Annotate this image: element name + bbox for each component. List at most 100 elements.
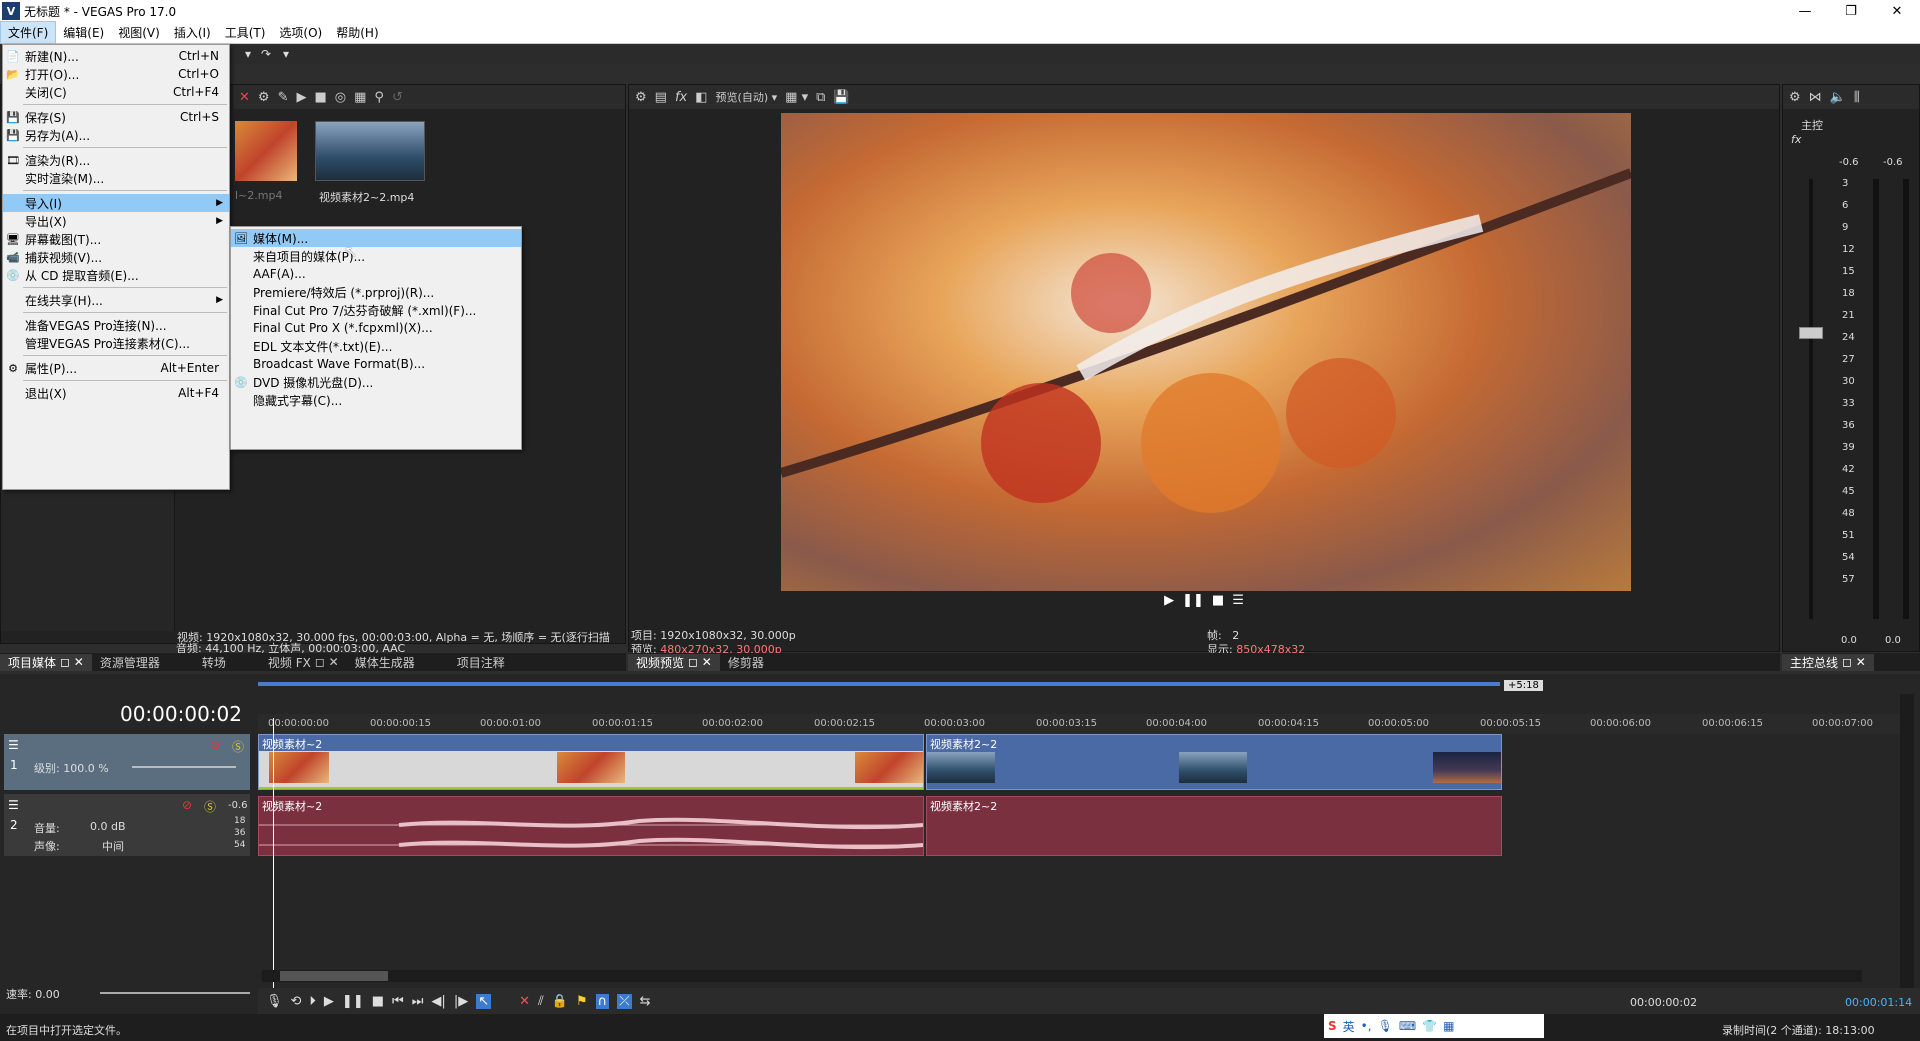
tab-trimmer[interactable]: 修剪器 <box>720 654 772 671</box>
media-thumbnail-2[interactable] <box>315 121 425 181</box>
copy-snapshot-icon[interactable]: ⧉ <box>816 90 825 105</box>
scroll-thumb[interactable] <box>280 971 388 981</box>
master-downmix-icon[interactable]: ⋈ <box>1809 90 1822 105</box>
master-fader-handle[interactable] <box>1799 327 1823 339</box>
mute-icon[interactable]: ⊘ <box>182 798 192 812</box>
menu-item-screenshot[interactable]: 🖥 屏幕截图(T)... <box>3 230 229 248</box>
close-button[interactable]: ✕ <box>1874 0 1920 22</box>
ripple-edit-icon[interactable]: ⇆ <box>640 994 651 1009</box>
play-from-start-icon[interactable]: ⏵ <box>309 994 316 1009</box>
search-icon[interactable]: ⚲ <box>374 90 384 105</box>
tab-explorer[interactable]: 资源管理器 <box>92 654 168 671</box>
video-track-header[interactable]: ☰ 1 ⊘ Ⓢ 级别: 100.0 % <box>4 734 250 790</box>
solo-icon[interactable]: Ⓢ <box>204 798 216 815</box>
submenu-item-media[interactable]: 🖼 媒体(M)... <box>231 229 521 247</box>
preview-play-icon[interactable]: ▶ <box>1164 593 1174 613</box>
timeline-timecode[interactable]: 00:00:00:02 <box>6 692 248 732</box>
menu-item-prepare-connect[interactable]: 准备VEGAS Pro连接(N)... <box>3 316 229 334</box>
menu-item-exit[interactable]: 退出(X) Alt+F4 <box>3 384 229 402</box>
remove-icon[interactable]: ✕ <box>239 90 250 105</box>
menu-item-close[interactable]: 关闭(C) Ctrl+F4 <box>3 83 229 101</box>
menu-item-save[interactable]: 💾 保存(S) Ctrl+S <box>3 108 229 126</box>
menu-item-new[interactable]: 📄 新建(N)... Ctrl+N <box>3 47 229 65</box>
tab-video-preview[interactable]: 视频预览 ◻ ✕ <box>628 653 720 671</box>
tab-master-bus[interactable]: 主控总线 ◻ ✕ <box>1782 653 1874 671</box>
minimize-button[interactable]: — <box>1782 0 1828 22</box>
preview-stop-icon[interactable]: ■ <box>1212 593 1224 613</box>
delete-icon[interactable]: ✕ <box>519 994 530 1009</box>
timeline-vertical-scrollbar[interactable] <box>1900 694 1914 994</box>
ime-punct-icon[interactable]: •, <box>1361 1019 1372 1033</box>
record-icon[interactable]: 🎙 <box>266 994 283 1009</box>
tab-video-fx[interactable]: 视频 FX ◻ ✕ <box>260 654 347 671</box>
solo-icon[interactable]: Ⓢ <box>232 738 244 755</box>
mute-icon[interactable]: ⊘ <box>210 738 220 752</box>
menu-item-open[interactable]: 📂 打开(O)... Ctrl+O <box>3 65 229 83</box>
play-icon[interactable]: ▶ <box>296 90 306 105</box>
menu-tools[interactable]: 工具(T) <box>218 22 273 43</box>
preview-settings-icon[interactable]: ⚙ <box>635 90 647 105</box>
overlays-icon[interactable]: ▦ ▾ <box>785 90 808 105</box>
redo-icon[interactable]: ↷ <box>258 46 274 62</box>
rate-slider[interactable] <box>100 992 250 994</box>
submenu-item-dvd[interactable]: 💿 DVD 摄像机光盘(D)... <box>231 373 521 391</box>
ime-toolbar[interactable]: S 英 •, 🎙 ⌨ 👕 ▦ <box>1324 1014 1544 1038</box>
preview-menu-icon[interactable]: ☰ <box>1232 593 1244 613</box>
ime-skin-icon[interactable]: 👕 <box>1422 1019 1437 1033</box>
preview-quality-dropdown[interactable]: 预览(自动) ▾ <box>716 89 778 105</box>
properties-gear-icon[interactable]: ⚙ <box>258 90 270 105</box>
views-icon[interactable]: ▦ <box>354 90 366 105</box>
video-clip-1[interactable]: 视频素材~2 <box>258 734 924 790</box>
pause-icon[interactable]: ❚❚ <box>342 994 364 1009</box>
menu-item-manage-connect[interactable]: 管理VEGAS Pro连接素材(C)... <box>3 334 229 352</box>
timeline-horizontal-scrollbar[interactable] <box>262 970 1862 982</box>
previous-frame-icon[interactable]: ◀| <box>431 994 445 1009</box>
next-frame-icon[interactable]: |▶ <box>454 994 468 1009</box>
loop-region-bar[interactable] <box>258 682 1500 686</box>
tab-media-generators[interactable]: 媒体生成器 <box>347 654 423 671</box>
undo-icon[interactable]: ↺ <box>392 90 403 105</box>
lock-icon[interactable]: 🔒 <box>552 994 568 1009</box>
ime-tools-icon[interactable]: ▦ <box>1443 1019 1454 1033</box>
master-mixer-icon[interactable]: ⫼ <box>1854 90 1860 105</box>
play-icon[interactable]: ▶ <box>324 994 334 1009</box>
auto-crossfade-icon[interactable]: ⤫ <box>617 993 632 1009</box>
menu-view[interactable]: 视图(V) <box>111 22 167 43</box>
submenu-item-aaf[interactable]: AAF(A)... <box>231 265 521 283</box>
preview-device-icon[interactable]: ▤ <box>655 90 667 105</box>
undo-dropdown-icon[interactable]: ▾ <box>240 46 256 62</box>
level-slider[interactable] <box>132 766 236 768</box>
master-fx-icon[interactable]: fx <box>1791 133 1801 146</box>
marker-icon[interactable]: ⚑ <box>576 994 588 1009</box>
auto-preview-icon[interactable]: ◎ <box>335 90 346 105</box>
menu-item-render-as[interactable]: 🎞 渲染为(R)... <box>3 151 229 169</box>
menu-item-extract-cd[interactable]: 💿 从 CD 提取音频(E)... <box>3 266 229 284</box>
tab-project-notes[interactable]: 项目注释 <box>449 654 513 671</box>
stop-icon[interactable]: ■ <box>372 994 384 1009</box>
go-to-start-icon[interactable]: ⏮ <box>392 994 404 1009</box>
redo-dropdown-icon[interactable]: ▾ <box>278 46 294 62</box>
normal-edit-tool-icon[interactable]: ↖ <box>476 993 492 1009</box>
tab-transitions[interactable]: 转场 <box>194 654 234 671</box>
menu-file[interactable]: 文件(F) <box>0 21 57 44</box>
submenu-item-edl[interactable]: EDL 文本文件(*.txt)(E)... <box>231 337 521 355</box>
go-to-end-icon[interactable]: ⏭ <box>412 994 424 1009</box>
menu-item-save-as[interactable]: 💾 另存为(A)... <box>3 126 229 144</box>
track-menu-icon[interactable]: ☰ <box>8 798 19 812</box>
menu-help[interactable]: 帮助(H) <box>329 22 385 43</box>
ime-lang[interactable]: 英 <box>1343 1018 1355 1035</box>
menu-item-import[interactable]: 导入(I) ▶ <box>3 194 229 212</box>
loop-icon[interactable]: ⟲ <box>291 994 302 1009</box>
menu-insert[interactable]: 插入(I) <box>167 22 218 43</box>
submenu-item-fcpx[interactable]: Final Cut Pro X (*.fcpxml)(X)... <box>231 319 521 337</box>
menu-options[interactable]: 选项(O) <box>272 22 329 43</box>
audio-track-header[interactable]: ☰ 2 ⊘ Ⓢ -0.6 音量: 0.0 dB 声像: 中间 18 36 54 <box>4 794 250 856</box>
save-snapshot-icon[interactable]: 💾 <box>833 90 849 105</box>
timeline-ruler[interactable]: 00:00:00:00 00:00:00:15 00:00:01:00 00:0… <box>258 714 1900 734</box>
master-speaker-icon[interactable]: 🔈 <box>1830 90 1846 105</box>
submenu-item-bwf[interactable]: Broadcast Wave Format(B)... <box>231 355 521 373</box>
submenu-item-premiere[interactable]: Premiere/特效后 (*.prproj)(R)... <box>231 283 521 301</box>
maximize-button[interactable]: ❐ <box>1828 0 1874 22</box>
menu-edit[interactable]: 编辑(E) <box>56 22 111 43</box>
master-settings-icon[interactable]: ⚙ <box>1789 90 1801 105</box>
